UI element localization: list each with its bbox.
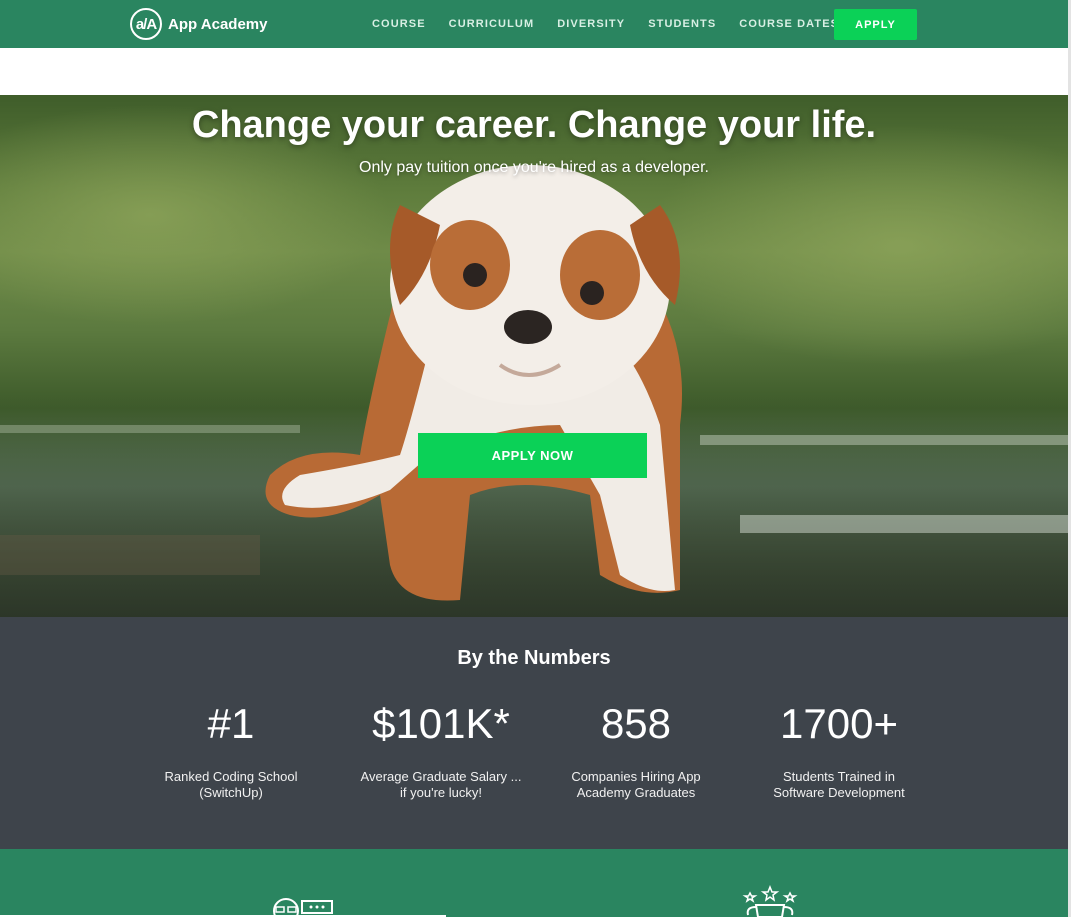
stat-salary: $101K* Average Graduate Salary ... if yo… <box>341 699 541 801</box>
stat-label-line: Companies Hiring App <box>571 769 701 784</box>
stat-label-line: Ranked Coding School <box>164 769 298 784</box>
stat-students: 1700+ Students Trained in Software Devel… <box>739 699 939 801</box>
logo[interactable]: a/A App Academy <box>130 8 267 40</box>
by-the-numbers-section: By the Numbers #1 Ranked Coding School (… <box>0 617 1068 849</box>
nav-link-course-dates[interactable]: COURSE DATES <box>739 18 839 30</box>
trophy-stars-icon <box>742 885 798 917</box>
nav-link-diversity[interactable]: DIVERSITY <box>557 18 625 30</box>
stat-label-line: (SwitchUp) <box>199 785 263 800</box>
stat-label: Ranked Coding School (SwitchUp) <box>131 769 331 801</box>
nav-link-course[interactable]: COURSE <box>372 18 426 30</box>
top-nav-bar: a/A App Academy COURSE CURRICULUM DIVERS… <box>0 0 1068 48</box>
stat-label-line: Students Trained in <box>782 769 896 784</box>
apply-now-button[interactable]: APPLY NOW <box>418 433 647 478</box>
stat-label-line: Academy Graduates <box>576 785 696 800</box>
nav-link-curriculum[interactable]: CURRICULUM <box>449 18 535 30</box>
developer-icon <box>273 898 333 917</box>
stat-label-line: Average Graduate Salary ... <box>360 769 522 784</box>
nav-link-students[interactable]: STUDENTS <box>648 18 716 30</box>
stat-value: 1700+ <box>780 700 898 747</box>
stat-value: #1 <box>207 700 255 747</box>
nav-links: COURSE CURRICULUM DIVERSITY STUDENTS COU… <box>372 0 862 48</box>
stat-ranking: #1 Ranked Coding School (SwitchUp) <box>131 699 331 801</box>
hero-title: Change your career. Change your life. <box>191 104 877 146</box>
logo-text: App Academy <box>168 15 268 33</box>
stat-label: Average Graduate Salary ... if you're lu… <box>341 769 541 801</box>
stat-label-line: Software Development <box>773 785 905 800</box>
stat-value: 858 <box>600 700 672 747</box>
stat-companies: 858 Companies Hiring App Academy Graduat… <box>536 699 736 801</box>
stat-value: $101K* <box>372 700 510 747</box>
stat-label-line: if you're lucky! <box>400 785 482 800</box>
hero-subtitle: Only pay tuition once you're hired as a … <box>359 159 709 176</box>
hero-section: Change your career. Change your life. On… <box>0 95 1068 617</box>
stat-label: Companies Hiring App Academy Graduates <box>536 769 736 801</box>
app-academy-logo-icon: a/A <box>130 8 162 40</box>
apply-button[interactable]: APPLY <box>834 9 917 40</box>
section-title: By the Numbers <box>457 647 611 669</box>
features-section <box>0 849 1068 917</box>
stat-label: Students Trained in Software Development <box>739 769 939 801</box>
